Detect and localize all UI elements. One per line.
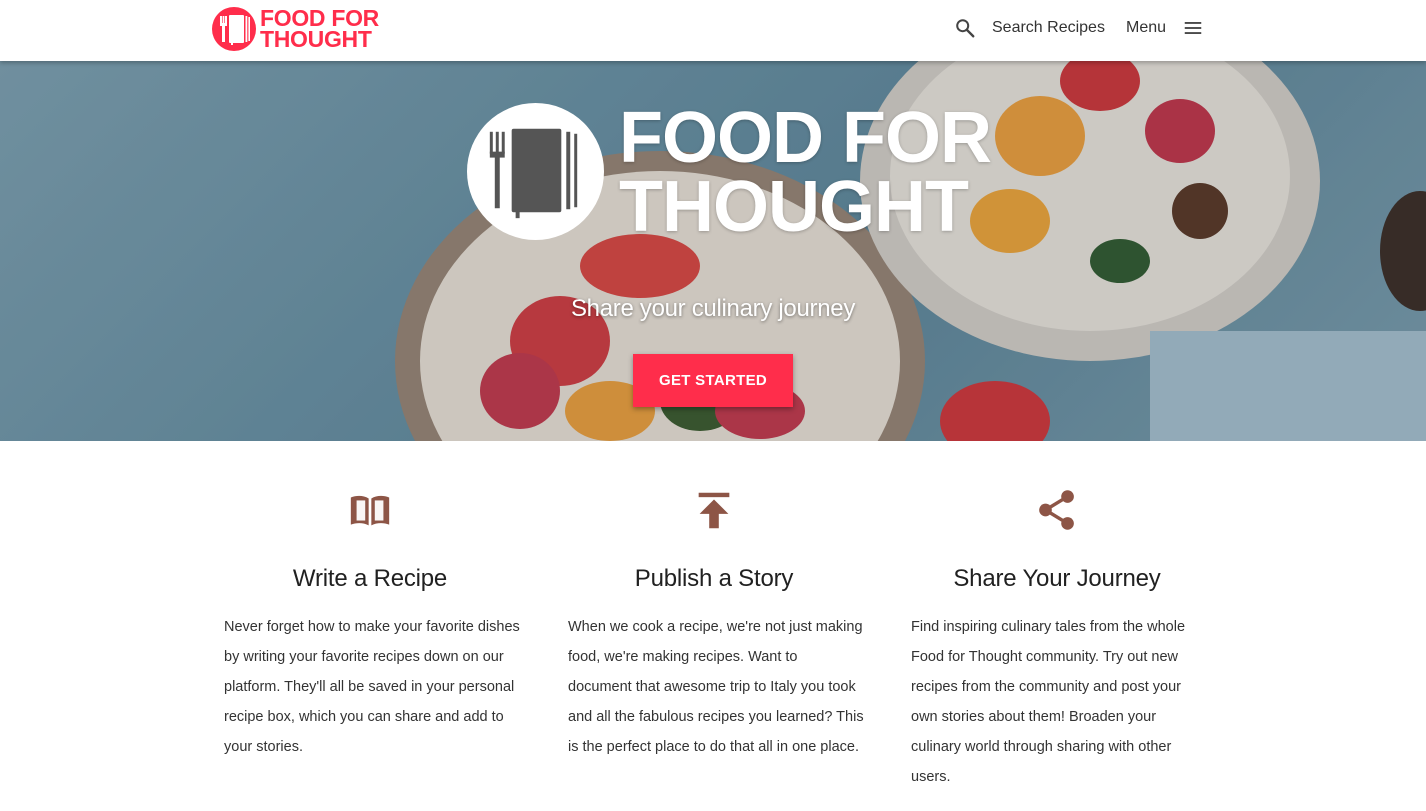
hamburger-menu-icon — [1184, 22, 1202, 34]
hero-tagline: Share your culinary journey — [570, 295, 856, 322]
feature-icon-wrapper — [224, 487, 516, 533]
brand-line-2: THOUGHT — [260, 26, 372, 52]
feature-description: Never forget how to make your favorite d… — [224, 619, 520, 755]
top-app-bar: FOOD FOR THOUGHT Search Recipes Menu — [0, 0, 1426, 61]
brand-logo-link[interactable]: FOOD FOR THOUGHT — [212, 7, 379, 51]
feature-title: Publish a Story — [634, 565, 794, 592]
hero-banner: FOOD FOR THOUGHT Share your culinary jou… — [0, 61, 1426, 441]
hero-logo: FOOD FOR THOUGHT — [466, 98, 992, 247]
menu-label: Menu — [1126, 19, 1167, 36]
hero-title: FOOD FOR THOUGHT — [619, 98, 992, 247]
feature-description: Find inspiring culinary tales from the w… — [911, 619, 1186, 785]
hero-title-line-1: FOOD FOR — [619, 98, 992, 178]
search-recipes-button[interactable]: Search Recipes — [954, 17, 1105, 39]
menu-button[interactable]: Menu — [1126, 17, 1204, 39]
feature-title: Share Your Journey — [953, 565, 1161, 592]
feature-description: When we cook a recipe, we're not just ma… — [568, 619, 864, 755]
publish-upload-icon — [698, 492, 730, 529]
share-icon — [1039, 490, 1074, 530]
feature-icon-wrapper — [568, 487, 860, 533]
feature-title: Write a Recipe — [292, 565, 448, 592]
feature-icon-wrapper — [911, 487, 1203, 533]
search-icon — [956, 19, 975, 38]
fork-book-logo-icon — [212, 7, 256, 51]
brand-wordmark: FOOD FOR THOUGHT — [260, 7, 379, 52]
hero-title-line-2: THOUGHT — [619, 167, 969, 247]
open-book-icon — [350, 495, 390, 526]
search-label: Search Recipes — [992, 19, 1105, 36]
get-started-button[interactable]: GET STARTED — [633, 354, 793, 407]
features-section: Write a Recipe Never forget how to make … — [224, 441, 1204, 811]
fork-book-logo-icon — [466, 102, 605, 241]
